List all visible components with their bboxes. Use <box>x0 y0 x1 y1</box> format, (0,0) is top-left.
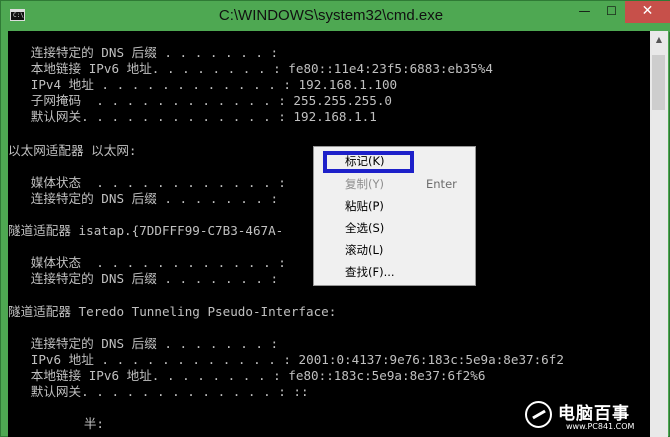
console-line: 隧道适配器 isatap.{7DDFFF99-C7B3-467A- <box>8 223 284 238</box>
console-line: 以太网适配器 以太网: <box>8 143 137 158</box>
menu-item-scroll[interactable]: 滚动(L) <box>314 240 475 261</box>
mark-highlight-box <box>323 151 414 173</box>
watermark-logo-icon <box>525 401 552 428</box>
console-line: 连接特定的 DNS 后缀 . . . . . . . : <box>8 336 279 351</box>
console-line: IPv4 地址 . . . . . . . . . . . . : 192.16… <box>8 77 398 92</box>
menu-item-copy[interactable]: 复制(Y) Enter <box>314 174 475 195</box>
cmd-app-icon-text: C:\ <box>13 12 24 19</box>
console-line: 子网掩码 . . . . . . . . . . . . : 255.255.2… <box>8 93 392 108</box>
close-button[interactable]: ✕ <box>625 1 670 23</box>
menu-item-label: 复制(Y) <box>345 177 384 191</box>
console-line: 连接特定的 DNS 后缀 . . . . . . . : <box>8 45 279 60</box>
watermark-url: www.PC841.COM <box>566 422 635 431</box>
watermark-brand: 电脑百事 <box>558 404 630 424</box>
console-line: 本地链接 IPv6 地址. . . . . . . . : fe80::11e4… <box>8 61 493 76</box>
menu-item-label: 查找(F)... <box>345 265 395 279</box>
menu-item-paste[interactable]: 粘贴(P) <box>314 196 475 217</box>
minimize-button[interactable]: — <box>572 1 597 23</box>
console-line: 媒体状态 . . . . . . . . . . . . : <box>8 175 286 190</box>
menu-item-label: 滚动(L) <box>345 243 384 257</box>
console-line: IPv6 地址 . . . . . . . . . . . . : 2001:0… <box>8 352 564 367</box>
cmd-app-icon[interactable]: C:\ <box>10 9 25 21</box>
console-line: 半: <box>8 416 104 431</box>
title-bar[interactable]: C:\ C:\WINDOWS\system32\cmd.exe — ☐ ✕ <box>1 1 670 32</box>
console-line: 连接特定的 DNS 后缀 . . . . . . . : <box>8 191 279 206</box>
console-line: 默认网关. . . . . . . . . . . . . : :: <box>8 384 309 399</box>
menu-item-accel: Enter <box>426 177 457 191</box>
console-line: 默认网关. . . . . . . . . . . . . : 192.168.… <box>8 109 377 124</box>
window-title: C:\WINDOWS\system32\cmd.exe <box>218 7 444 24</box>
scroll-up-arrow-icon[interactable]: ▲ <box>650 31 668 48</box>
scrollbar-thumb[interactable] <box>652 55 665 110</box>
console-line: 本地链接 IPv6 地址. . . . . . . . : fe80::183c… <box>8 368 486 383</box>
console-line: 连接特定的 DNS 后缀 . . . . . . . : <box>8 271 279 286</box>
context-menu: 标记(K) 复制(Y) Enter 粘贴(P) 全选(S) 滚动(L) 查找(F… <box>313 146 476 286</box>
console-line: 媒体状态 . . . . . . . . . . . . : <box>8 255 286 270</box>
menu-item-label: 粘贴(P) <box>345 199 384 213</box>
menu-item-find[interactable]: 查找(F)... <box>314 262 475 283</box>
vertical-scrollbar[interactable]: ▲ <box>650 31 668 437</box>
maximize-button[interactable]: ☐ <box>599 1 624 23</box>
console-line: 隧道适配器 Teredo Tunneling Pseudo-Interface: <box>8 304 337 319</box>
menu-item-label: 全选(S) <box>345 221 385 235</box>
menu-item-select-all[interactable]: 全选(S) <box>314 218 475 239</box>
